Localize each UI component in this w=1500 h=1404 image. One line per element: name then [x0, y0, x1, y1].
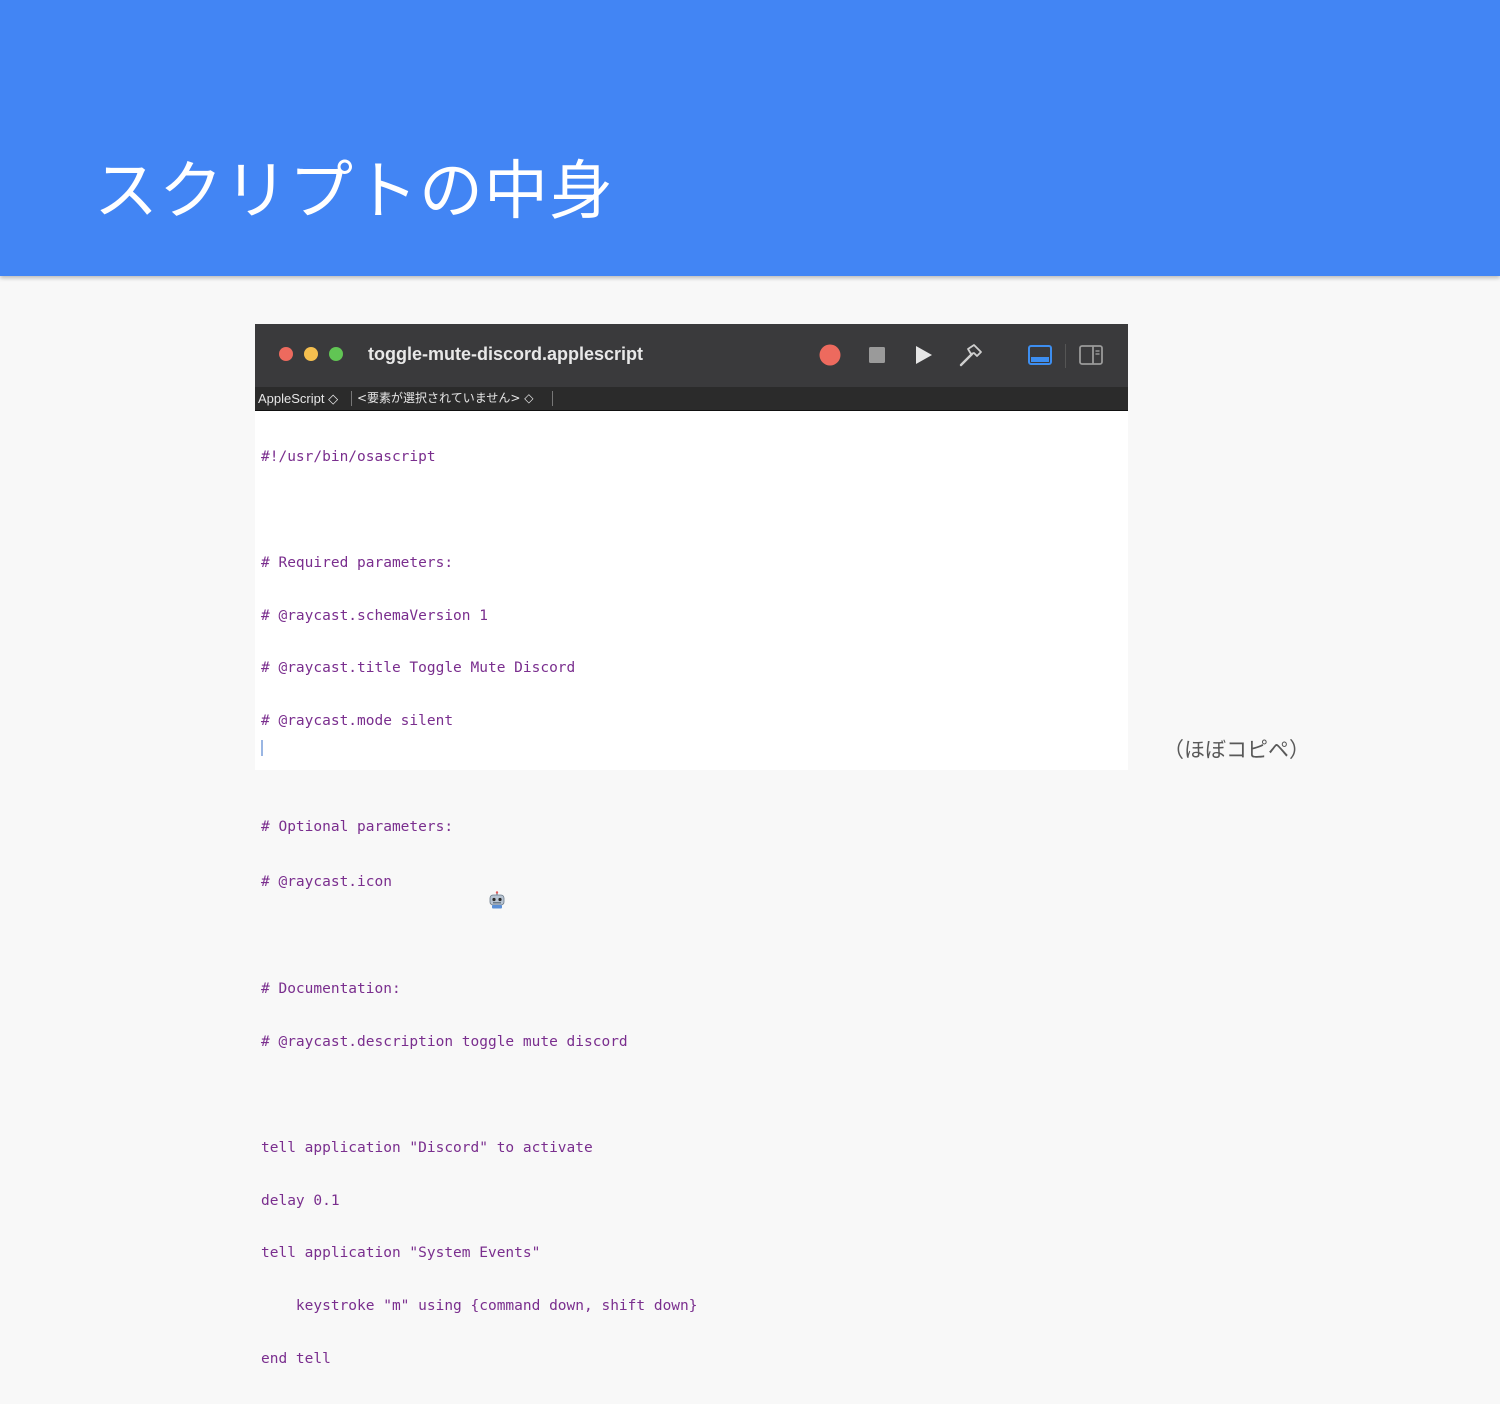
minimize-window-button[interactable] — [304, 347, 318, 361]
close-window-button[interactable] — [279, 347, 293, 361]
code-line: # @raycast.mode silent — [261, 713, 454, 730]
slide-title: スクリプトの中身 — [94, 155, 614, 229]
window-titlebar: toggle-mute-discord.applescript — [255, 324, 1128, 388]
script-code: #!/usr/bin/osascript # Required paramete… — [261, 414, 698, 1404]
code-line: tell application "Discord" to activate — [261, 1139, 593, 1156]
log-panel-icon[interactable] — [1027, 342, 1053, 368]
stop-icon[interactable] — [864, 342, 890, 368]
navigation-bar: AppleScript ◇ <要素が選択されていません> ◇ — [255, 387, 1128, 411]
zoom-window-button[interactable] — [329, 347, 343, 361]
slide-note: （ほぼコピペ） — [1163, 738, 1310, 762]
code-line: # Optional parameters: — [261, 818, 454, 835]
code-line-with-icon: # @raycast.icon — [261, 871, 698, 909]
code-line: tell application "System Events" — [261, 1245, 541, 1262]
element-selector[interactable]: <要素が選択されていません> ◇ — [357, 387, 533, 410]
nav-divider — [552, 391, 553, 406]
code-line: # @raycast.title Toggle Mute Discord — [261, 660, 576, 677]
code-line: delay 0.1 — [261, 1192, 340, 1209]
text-cursor — [261, 740, 263, 756]
code-editor[interactable]: #!/usr/bin/osascript # Required paramete… — [255, 411, 1128, 1367]
code-line: keystroke "m" using {command down, shift… — [261, 1298, 698, 1315]
robot-icon — [401, 873, 505, 909]
code-line: # @raycast.schemaVersion 1 — [261, 607, 488, 624]
toolbar-divider — [1065, 344, 1066, 368]
script-editor-window: toggle-mute-discord.applescript AppleScr… — [255, 324, 1128, 1367]
code-line: # Documentation: — [261, 981, 401, 998]
slide-header: スクリプトの中身 — [0, 0, 1500, 276]
sidebar-panel-icon[interactable] — [1078, 342, 1104, 368]
code-line: # @raycast.description toggle mute disco… — [261, 1034, 628, 1051]
run-icon[interactable] — [910, 342, 936, 368]
code-line: #!/usr/bin/osascript — [261, 449, 436, 466]
nav-divider — [351, 391, 352, 406]
window-title: toggle-mute-discord.applescript — [368, 344, 644, 364]
compile-hammer-icon[interactable] — [957, 342, 983, 368]
code-line: # Required parameters: — [261, 554, 454, 571]
language-selector[interactable]: AppleScript ◇ — [258, 387, 338, 410]
code-line: # @raycast.icon — [261, 873, 392, 890]
record-icon[interactable] — [817, 342, 843, 368]
code-line: end tell — [261, 1350, 331, 1367]
